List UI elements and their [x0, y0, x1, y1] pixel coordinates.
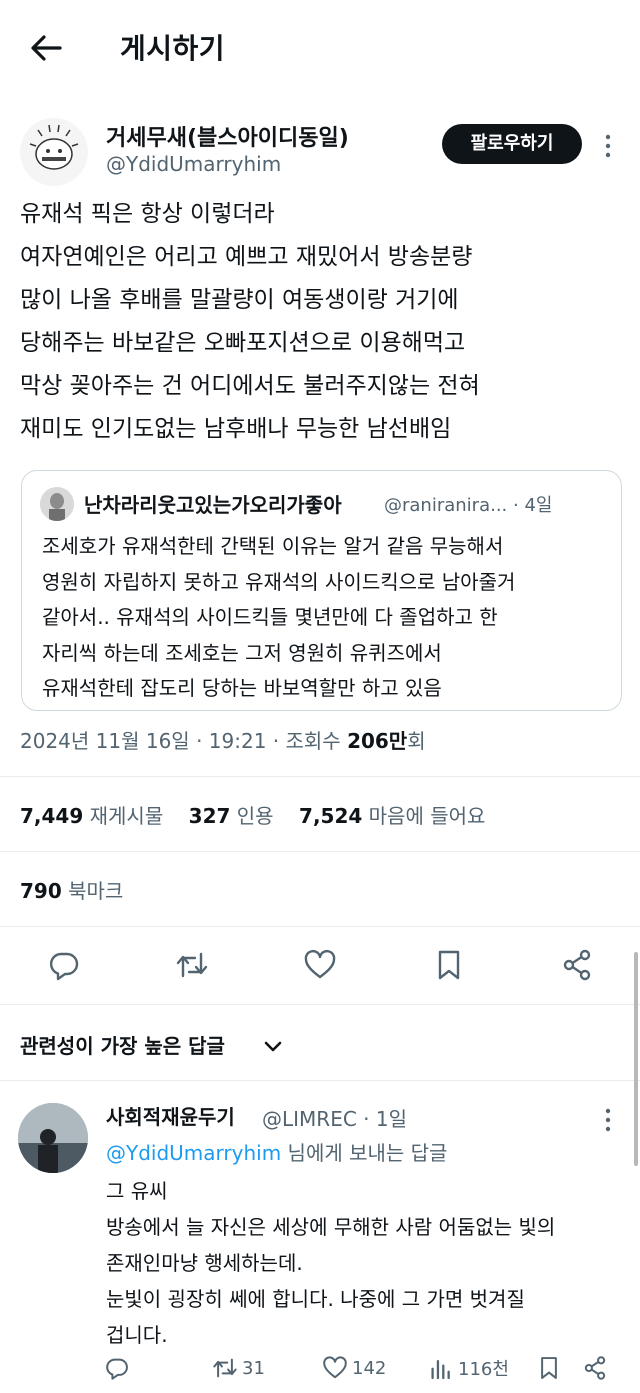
author-avatar[interactable]	[20, 118, 88, 186]
back-arrow-icon[interactable]	[28, 32, 64, 64]
divider	[0, 851, 640, 852]
follow-button[interactable]: 팔로우하기	[442, 124, 582, 164]
heart-icon[interactable]	[303, 948, 337, 982]
post-timestamp: 2024년 11월 16일 · 19:21 · 조회수	[20, 729, 348, 753]
reply-icon[interactable]	[47, 948, 81, 982]
page-title: 게시하기	[120, 32, 226, 65]
view-count: 206만	[347, 729, 408, 753]
quoted-post[interactable]: 난차라리웃고있는가오리가좋아 @raniranira... · 4일 조세호가 …	[21, 470, 622, 711]
quote-text: 조세호가 유재석한테 간택된 이유는 알거 같음 무능해서 영원히 자립하지 못…	[42, 534, 516, 700]
replying-to-suffix: 님에게 보내는 답글	[281, 1141, 448, 1165]
heart-icon	[323, 1356, 347, 1379]
stats-row: 7,449 재게시물 327 인용 7,524 마음에 들어요	[20, 800, 485, 829]
share-icon	[584, 1356, 606, 1380]
reply-reply-button[interactable]	[104, 1351, 130, 1385]
reply-share-button[interactable]	[582, 1351, 608, 1385]
share-icon[interactable]	[560, 948, 594, 982]
reply-view-count: 116천	[458, 1359, 509, 1380]
reply-author-handle[interactable]: @LIMREC · 1일	[262, 1103, 407, 1132]
post-text: 유재석 픽은 항상 이렇더라 여자연예인은 어리고 예쁘고 재밌어서 방송분량 …	[20, 201, 480, 442]
top-bar: 게시하기	[0, 0, 640, 96]
bookmark-icon	[541, 1357, 557, 1379]
like-count[interactable]: 7,524	[299, 804, 362, 828]
divider	[0, 1004, 640, 1005]
replying-to-handle[interactable]: @YdidUmarryhim	[106, 1141, 281, 1165]
reply-like-count: 142	[352, 1357, 387, 1379]
post-header: 거세무새(블스아이디동일) @YdidUmarryhim 팔로우하기	[0, 108, 640, 188]
retweet-icon	[213, 1358, 237, 1378]
reply-retweet-count: 31	[242, 1357, 265, 1379]
photo-icon	[40, 487, 74, 521]
quote-author-name: 난차라리웃고있는가오리가좋아	[84, 493, 342, 517]
reply-action-bar: 31 142 116천	[0, 1351, 640, 1385]
post-meta: 2024년 11월 16일 · 19:21 · 조회수 206만회	[20, 725, 426, 754]
retweet-count[interactable]: 7,449	[20, 804, 83, 828]
scrollbar[interactable]	[634, 952, 638, 1166]
reply-bookmark-button[interactable]	[536, 1351, 562, 1385]
more-options-icon[interactable]	[598, 132, 618, 160]
reply-author-name[interactable]: 사회적재윤두기	[106, 1101, 235, 1130]
doodle-face-icon	[29, 124, 79, 170]
like-label[interactable]: 마음에 들어요	[369, 804, 486, 828]
quote-label[interactable]: 인용	[237, 804, 274, 828]
more-options-icon[interactable]	[598, 1107, 618, 1133]
divider	[0, 776, 640, 777]
action-bar	[0, 940, 640, 992]
reply-views-button[interactable]: 116천	[428, 1351, 509, 1385]
retweet-label[interactable]: 재게시물	[90, 804, 164, 828]
author-name[interactable]: 거세무새(블스아이디동일)	[106, 120, 349, 152]
quote-count[interactable]: 327	[189, 804, 231, 828]
bookmark-label: 북마크	[68, 879, 124, 903]
author-handle[interactable]: @YdidUmarryhim	[106, 152, 281, 176]
reply-retweet-button[interactable]: 31	[212, 1351, 265, 1385]
reply-author-avatar[interactable]	[18, 1103, 88, 1173]
quote-author-avatar	[40, 487, 74, 521]
reply-sort-selector[interactable]: 관련성이 가장 높은 답글	[20, 1030, 225, 1059]
bookmark-icon[interactable]	[432, 948, 466, 982]
analytics-icon	[431, 1359, 450, 1380]
divider	[0, 926, 640, 927]
reply-item[interactable]: 사회적재윤두기 @LIMREC · 1일 @YdidUmarryhim 님에게 …	[0, 1095, 640, 1393]
photo-icon	[18, 1103, 88, 1173]
divider	[0, 1080, 640, 1081]
view-count-suffix: 회	[407, 729, 426, 753]
quote-author-handle: @raniranira... · 4일	[384, 495, 553, 516]
chevron-down-icon[interactable]	[262, 1038, 284, 1056]
reply-like-button[interactable]: 142	[322, 1351, 386, 1385]
bookmark-count: 790	[20, 879, 62, 903]
reply-text: 그 유씨 방송에서 늘 자신은 세상에 무해한 사람 어둠없는 빛의 존재인마냥…	[106, 1179, 556, 1347]
replying-to: @YdidUmarryhim 님에게 보내는 답글	[106, 1137, 447, 1166]
retweet-icon[interactable]	[175, 948, 209, 982]
bookmark-row: 790 북마크	[20, 875, 123, 904]
reply-icon	[106, 1358, 128, 1380]
